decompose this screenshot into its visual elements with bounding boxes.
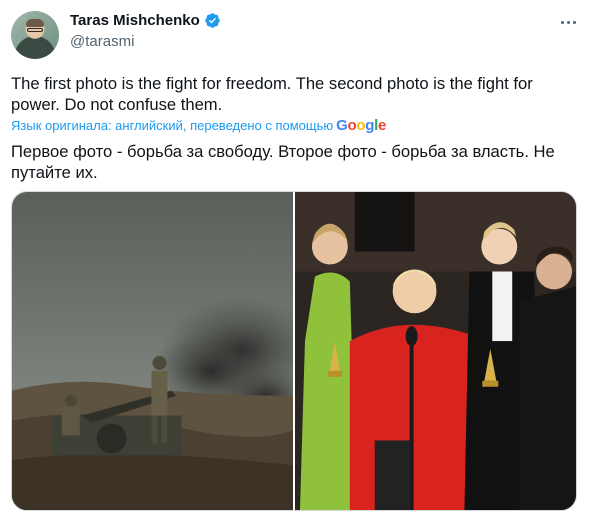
avatar-glasses [27, 28, 43, 32]
google-logo: Google [336, 117, 387, 134]
verified-badge-icon [204, 12, 221, 29]
translated-text: Первое фото - борьба за свободу. Второе … [11, 142, 555, 182]
translation-row: Язык оригинала: английский, переведено с… [11, 117, 386, 134]
avatar-hair [26, 19, 44, 27]
author-handle[interactable]: @tarasmi [70, 33, 134, 50]
author-row: Taras Mishchenko [70, 12, 221, 29]
media-grid [11, 191, 577, 511]
war-photo[interactable] [12, 192, 293, 510]
translation-note-link[interactable]: Язык оригинала: английский, переведено с… [11, 118, 333, 133]
oscar-photo[interactable] [295, 192, 576, 510]
tweet-text: The first photo is the fight for freedom… [11, 74, 533, 114]
more-options-icon[interactable] [556, 10, 580, 34]
avatar[interactable] [11, 11, 59, 59]
author-name[interactable]: Taras Mishchenko [70, 12, 200, 29]
